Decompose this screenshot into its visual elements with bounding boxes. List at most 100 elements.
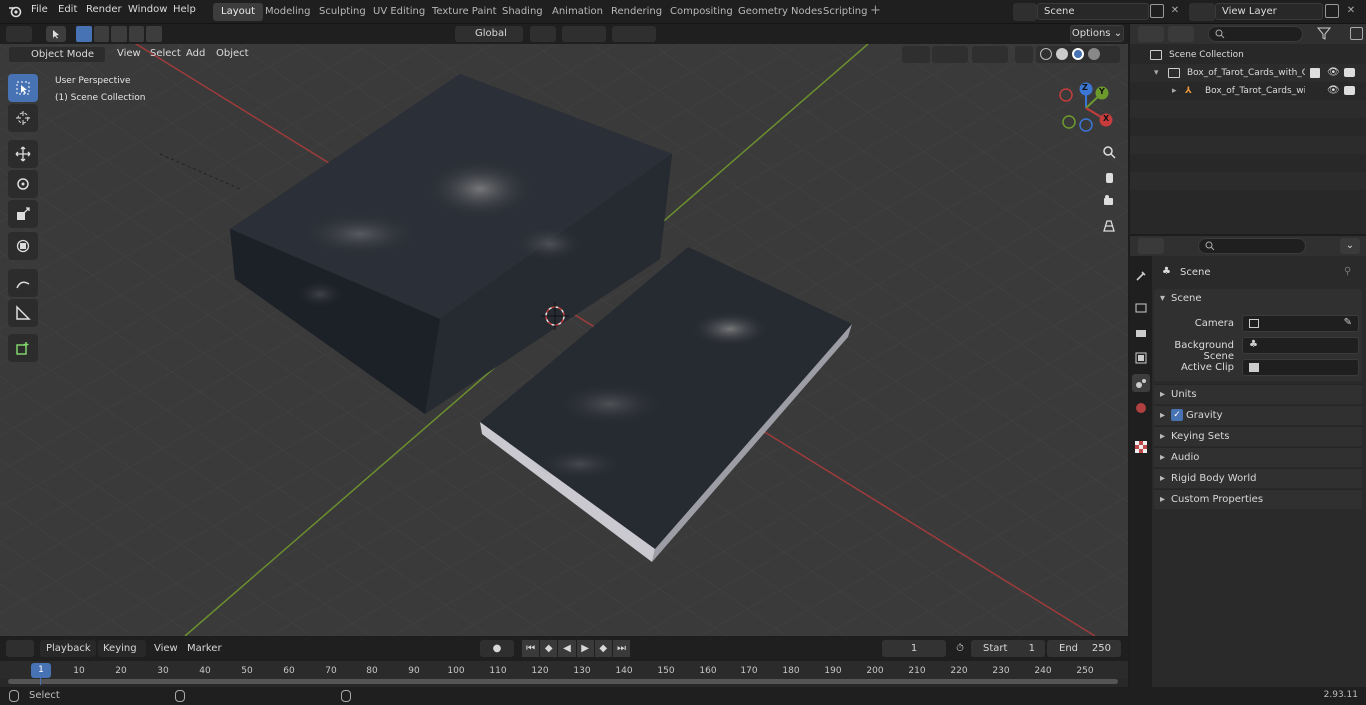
marker-menu[interactable]: Marker bbox=[187, 643, 222, 654]
pin-icon[interactable]: ⚲ bbox=[1344, 266, 1351, 277]
tab-scripting[interactable]: Scripting bbox=[815, 3, 875, 21]
proportional-editing-icon[interactable] bbox=[612, 26, 656, 42]
select-new-icon[interactable] bbox=[76, 26, 92, 42]
background-scene-field[interactable]: ♣ bbox=[1242, 337, 1359, 354]
scene-field[interactable]: Scene bbox=[1037, 3, 1149, 20]
properties-editor-type-icon[interactable] bbox=[1138, 238, 1164, 254]
view-layer-properties-icon[interactable] bbox=[1132, 349, 1150, 367]
editor-type-icon[interactable] bbox=[6, 26, 32, 42]
scale-tool-icon[interactable] bbox=[8, 200, 38, 228]
add-cube-tool-icon[interactable] bbox=[8, 334, 38, 362]
tab-modeling[interactable]: Modeling bbox=[257, 3, 319, 21]
scene-selector-icon[interactable] bbox=[1013, 3, 1037, 21]
filter-icon[interactable] bbox=[1316, 26, 1342, 42]
menu-add[interactable]: Add bbox=[182, 47, 209, 61]
jump-end-icon[interactable]: ⏭ bbox=[612, 640, 631, 657]
cursor-tool-icon[interactable] bbox=[8, 104, 38, 132]
view-layer-selector-icon[interactable] bbox=[1189, 3, 1215, 21]
playback-menu[interactable]: Playback ⌄ bbox=[40, 640, 96, 671]
keying-menu[interactable]: Keying ⌄ bbox=[98, 640, 146, 671]
measure-tool-icon[interactable] bbox=[8, 299, 38, 327]
camera-view-icon[interactable] bbox=[1098, 190, 1120, 212]
tab-texture-paint[interactable]: Texture Paint bbox=[424, 3, 505, 21]
keying-sets-panel[interactable]: ▸ Keying Sets bbox=[1154, 426, 1362, 446]
select-tool-icon[interactable] bbox=[8, 74, 38, 102]
navigation-gizmo[interactable]: Z Y X bbox=[1054, 80, 1118, 136]
wireframe-shading-icon[interactable] bbox=[1040, 48, 1052, 60]
menu-view[interactable]: View bbox=[113, 47, 145, 61]
outliner-row-collection[interactable]: ▾ Box_of_Tarot_Cards_with_Gui 👁 bbox=[1130, 64, 1366, 82]
start-frame-field[interactable]: Start 1 bbox=[971, 640, 1045, 657]
output-properties-icon[interactable] bbox=[1132, 324, 1150, 342]
tab-compositing[interactable]: Compositing bbox=[662, 3, 741, 21]
new-collection-icon[interactable] bbox=[1350, 27, 1363, 40]
outliner-row-scene-collection[interactable]: Scene Collection bbox=[1130, 46, 1366, 64]
snapping-icon[interactable] bbox=[562, 26, 606, 42]
outliner-row-object[interactable]: ▸ ⅄ Box_of_Tarot_Cards_with 👁 bbox=[1130, 82, 1366, 100]
outliner-search-input[interactable] bbox=[1208, 26, 1303, 42]
next-keyframe-icon[interactable]: ◆ bbox=[594, 640, 612, 657]
audio-panel[interactable]: ▸ Audio bbox=[1154, 447, 1362, 467]
properties-search-input[interactable] bbox=[1198, 238, 1306, 254]
auto-keying-icon[interactable]: ● bbox=[480, 640, 514, 657]
play-icon[interactable]: ▶ bbox=[576, 640, 594, 657]
new-view-layer-icon[interactable] bbox=[1325, 4, 1339, 18]
visibility-icon[interactable] bbox=[902, 46, 930, 63]
timeline-scrollbar[interactable] bbox=[8, 679, 1118, 684]
rigid-body-world-panel[interactable]: ▸ Rigid Body World bbox=[1154, 468, 1362, 488]
collapse-arrow-icon[interactable]: ▸ bbox=[1172, 82, 1177, 100]
exclude-checkbox[interactable] bbox=[1310, 68, 1320, 78]
texture-properties-icon[interactable] bbox=[1132, 438, 1150, 456]
xray-icon[interactable] bbox=[1015, 46, 1033, 63]
view-layer-field[interactable]: View Layer bbox=[1215, 3, 1323, 20]
stopwatch-icon[interactable]: ⏱ bbox=[952, 641, 968, 657]
gravity-checkbox[interactable]: ✓ bbox=[1171, 409, 1183, 421]
timeline-view-menu[interactable]: View bbox=[154, 643, 178, 654]
camera-field[interactable]: ✎ bbox=[1242, 315, 1359, 332]
material-shading-icon[interactable] bbox=[1072, 48, 1084, 60]
expand-arrow-icon[interactable]: ▾ bbox=[1154, 64, 1159, 82]
gizmo-toggle-icon[interactable] bbox=[932, 46, 968, 63]
new-scene-icon[interactable] bbox=[1150, 4, 1164, 18]
scene-panel-header[interactable]: ▾ Scene bbox=[1154, 289, 1362, 309]
tab-layout[interactable]: Layout bbox=[213, 3, 263, 21]
pivot-point-icon[interactable] bbox=[530, 26, 556, 42]
world-properties-icon[interactable] bbox=[1132, 399, 1150, 417]
annotate-tool-icon[interactable] bbox=[8, 269, 38, 297]
menu-render[interactable]: Render bbox=[86, 4, 122, 15]
menu-object[interactable]: Object bbox=[212, 47, 253, 61]
playhead-indicator[interactable]: 1 bbox=[31, 663, 51, 678]
3d-viewport[interactable]: User Perspective (1) Scene Collection Z … bbox=[0, 44, 1128, 636]
delete-view-layer-icon[interactable]: ✕ bbox=[1344, 4, 1358, 18]
transform-orientation-dropdown[interactable]: Global bbox=[455, 26, 523, 42]
current-frame-field[interactable]: 1 bbox=[882, 640, 946, 657]
transform-tool-icon[interactable] bbox=[8, 232, 38, 260]
display-mode-icon[interactable] bbox=[1168, 26, 1194, 42]
options-button[interactable]: Options ⌄ bbox=[1070, 25, 1124, 42]
scene-properties-icon[interactable] bbox=[1132, 374, 1150, 392]
select-box-icon[interactable] bbox=[46, 26, 66, 42]
menu-select[interactable]: Select bbox=[146, 47, 185, 61]
tab-uv-editing[interactable]: UV Editing bbox=[365, 3, 433, 21]
render-camera-icon[interactable] bbox=[1344, 68, 1355, 77]
menu-help[interactable]: Help bbox=[173, 4, 196, 15]
gravity-panel[interactable]: ▸ ✓ Gravity bbox=[1154, 405, 1362, 425]
tab-shading[interactable]: Shading bbox=[494, 3, 551, 21]
units-panel[interactable]: ▸ Units bbox=[1154, 384, 1362, 404]
rendered-shading-icon[interactable] bbox=[1088, 48, 1100, 60]
custom-properties-panel[interactable]: ▸ Custom Properties bbox=[1154, 489, 1362, 509]
eye-icon[interactable]: 👁 bbox=[1327, 64, 1340, 82]
add-workspace-icon[interactable]: + bbox=[870, 4, 881, 18]
tab-animation[interactable]: Animation bbox=[544, 3, 611, 21]
active-clip-field[interactable] bbox=[1242, 359, 1359, 376]
prev-keyframe-icon[interactable]: ◆ bbox=[540, 640, 558, 657]
menu-edit[interactable]: Edit bbox=[58, 4, 77, 15]
select-extend-icon[interactable] bbox=[93, 26, 110, 42]
timeline-editor-type-icon[interactable] bbox=[6, 640, 34, 657]
select-subtract-icon[interactable] bbox=[111, 26, 127, 42]
solid-shading-icon[interactable] bbox=[1056, 48, 1068, 60]
end-frame-field[interactable]: End 250 bbox=[1047, 640, 1121, 657]
menu-window[interactable]: Window bbox=[128, 4, 167, 15]
overlays-icon[interactable] bbox=[972, 46, 1008, 63]
object-mode-dropdown[interactable]: Object Mode bbox=[8, 46, 106, 63]
